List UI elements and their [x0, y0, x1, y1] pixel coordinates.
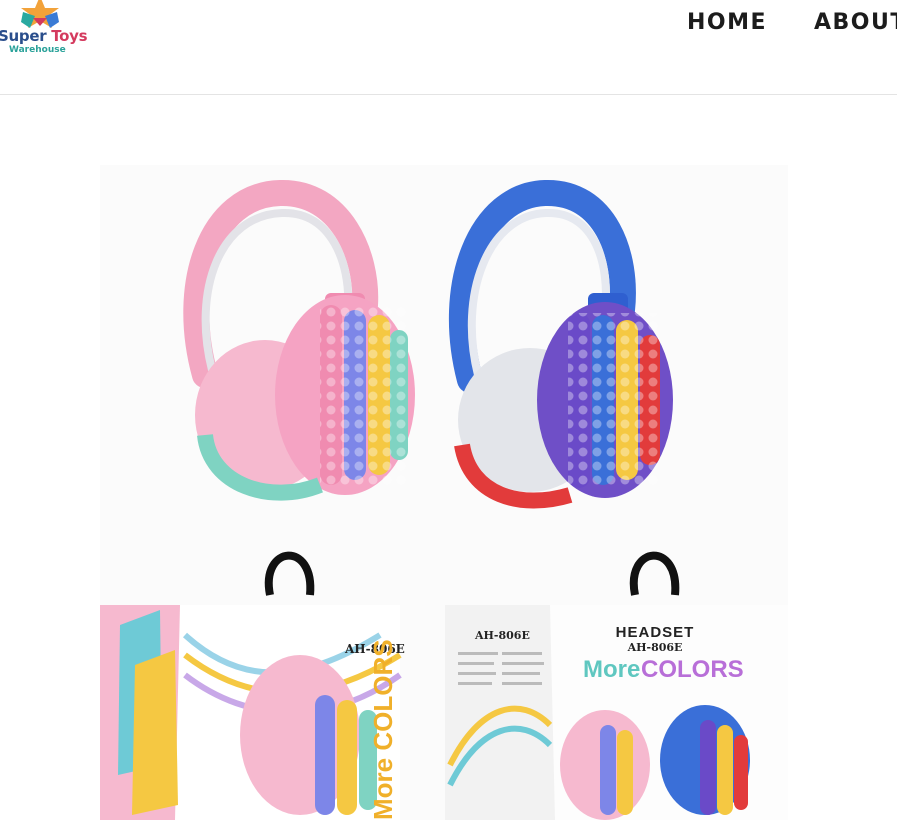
box-right: AH-806E HEADSET AH-806E More COLORS [445, 605, 788, 820]
box-right-model: AH-806E [627, 641, 683, 654]
product-image[interactable]: AH-806E More COLORS AH-806E HEADSET AH-8… [100, 165, 788, 820]
brand-tagline: Warehouse [9, 45, 66, 55]
headphones-product-photo: AH-806E More COLORS AH-806E HEADSET AH-8… [100, 165, 788, 820]
box-left: AH-806E More COLORS [100, 605, 405, 820]
brand-logo[interactable]: Super Toys Warehouse [0, 0, 88, 58]
nav-about-link[interactable]: ABOUT [814, 10, 897, 35]
brand-name: Super Toys [0, 27, 88, 45]
box-right-tagline-more: More [583, 656, 640, 683]
box-left-side-text: More COLORS [368, 639, 398, 820]
site-header: Super Toys Warehouse HOME ABOUT [0, 0, 897, 95]
star-logo-icon [21, 0, 59, 28]
nav-home-link[interactable]: HOME [687, 10, 767, 35]
box-right-title: HEADSET [616, 624, 695, 641]
box-right-side-model: AH-806E [474, 629, 530, 642]
box-right-tagline-colors: COLORS [641, 656, 744, 683]
